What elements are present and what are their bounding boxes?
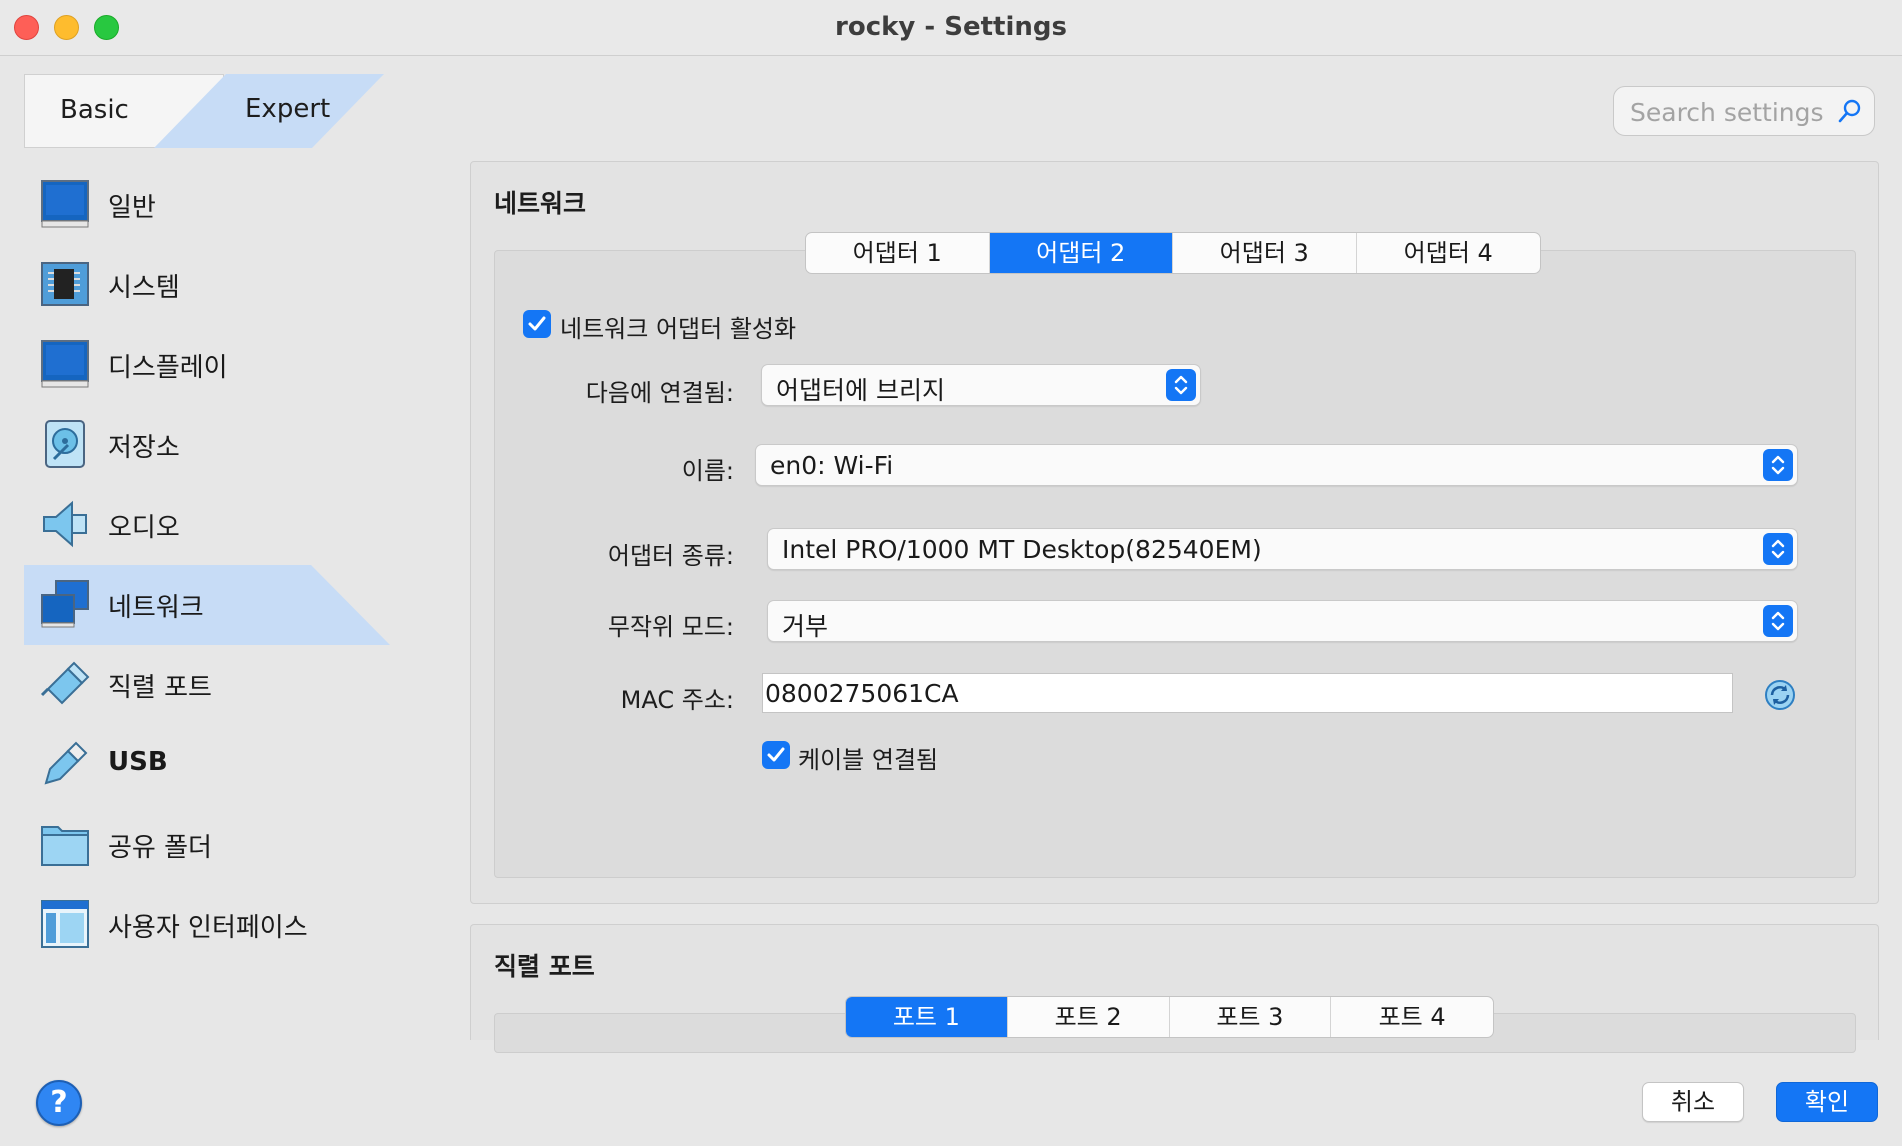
sidebar-item-display[interactable]: 디스플레이 xyxy=(24,325,390,405)
tab-adapter-4[interactable]: 어댑터 4 xyxy=(1357,233,1541,273)
sidebar-item-label: 네트워크 xyxy=(108,593,204,623)
refresh-mac-icon[interactable] xyxy=(1763,678,1797,712)
updown-arrows-icon xyxy=(1166,369,1196,401)
shared-folder-icon xyxy=(41,826,89,866)
cable-connected-label: 케이블 연결됨 xyxy=(798,746,939,774)
system-chip-icon xyxy=(41,262,89,306)
title-bar: rocky - Settings xyxy=(0,0,1902,56)
sidebar-item-user-interface[interactable]: 사용자 인터페이스 xyxy=(24,885,390,965)
cable-connected-checkbox[interactable] xyxy=(762,741,790,769)
storage-disk-icon xyxy=(45,420,85,468)
attached-to-label: 다음에 연결됨: xyxy=(585,379,734,407)
mac-address-label: MAC 주소: xyxy=(620,686,734,714)
section-title-serial-port: 직렬 포트 xyxy=(494,952,595,981)
checkmark-icon xyxy=(767,747,785,762)
tab-port-2[interactable]: 포트 2 xyxy=(1008,997,1170,1037)
window-title: rocky - Settings xyxy=(835,12,1067,42)
attached-to-select[interactable]: 어댑터에 브리지 xyxy=(761,364,1201,406)
sidebar-item-label: USB xyxy=(108,747,168,777)
adapter-type-label: 어댑터 종류: xyxy=(607,542,734,570)
tab-expert-label: Expert xyxy=(245,94,331,124)
updown-arrows-icon xyxy=(1763,533,1793,565)
sidebar-item-audio[interactable]: 오디오 xyxy=(24,485,390,565)
mac-address-field[interactable] xyxy=(762,673,1733,713)
sidebar-item-storage[interactable]: 저장소 xyxy=(24,405,390,485)
sidebar-item-general[interactable]: 일반 xyxy=(24,165,390,245)
display-monitor-icon xyxy=(41,340,89,388)
sidebar: 일반 시스템 디스플레이 저장소 오디오 네트워크 직렬 포트 USB 공유 폴… xyxy=(24,165,390,965)
sidebar-item-label: 시스템 xyxy=(108,273,180,303)
enable-adapter-checkbox[interactable] xyxy=(523,310,551,338)
tab-basic-label: Basic xyxy=(60,95,129,125)
network-icon xyxy=(41,580,89,628)
ok-button[interactable]: 확인 xyxy=(1776,1082,1878,1122)
user-interface-icon xyxy=(41,900,89,948)
name-select[interactable]: en0: Wi-Fi xyxy=(755,444,1798,486)
tab-adapter-2[interactable]: 어댑터 2 xyxy=(989,233,1173,273)
sidebar-item-label: 저장소 xyxy=(108,433,180,463)
attached-to-value: 어댑터에 브리지 xyxy=(776,376,945,405)
promiscuous-mode-select[interactable]: 거부 xyxy=(767,600,1798,642)
tab-port-1[interactable]: 포트 1 xyxy=(846,997,1008,1037)
adapter-tabs: 어댑터 1 어댑터 2 어댑터 3 어댑터 4 xyxy=(805,232,1541,274)
adapter-type-select[interactable]: Intel PRO/1000 MT Desktop(82540EM) xyxy=(767,528,1798,570)
name-label: 이름: xyxy=(681,457,734,485)
sidebar-item-shared-folder[interactable]: 공유 폴더 xyxy=(24,805,390,885)
cancel-button[interactable]: 취소 xyxy=(1642,1082,1744,1122)
sidebar-item-system[interactable]: 시스템 xyxy=(24,245,390,325)
promiscuous-mode-value: 거부 xyxy=(782,612,829,641)
sidebar-item-label: 일반 xyxy=(108,193,156,223)
serial-port-icon xyxy=(40,661,90,705)
audio-speaker-icon xyxy=(43,500,87,548)
enable-adapter-label: 네트워크 어댑터 활성화 xyxy=(560,315,797,343)
sidebar-item-usb[interactable]: USB xyxy=(24,725,390,805)
sidebar-item-label: 오디오 xyxy=(108,513,180,543)
updown-arrows-icon xyxy=(1763,449,1793,481)
general-monitor-icon xyxy=(41,180,89,228)
sidebar-item-network[interactable]: 네트워크 xyxy=(24,565,390,645)
tab-adapter-1[interactable]: 어댑터 1 xyxy=(806,233,990,273)
tab-port-3[interactable]: 포트 3 xyxy=(1170,997,1332,1037)
updown-arrows-icon xyxy=(1763,605,1793,637)
search-input[interactable] xyxy=(1630,97,1830,127)
section-title-network: 네트워크 xyxy=(494,189,587,218)
search-box xyxy=(1613,86,1875,136)
sidebar-item-label: 디스플레이 xyxy=(108,353,228,383)
search-icon xyxy=(1838,99,1861,123)
sidebar-item-serial-port[interactable]: 직렬 포트 xyxy=(24,645,390,725)
help-button[interactable]: ? xyxy=(36,1080,82,1126)
sidebar-item-label: 직렬 포트 xyxy=(108,673,212,703)
sidebar-item-label: 사용자 인터페이스 xyxy=(108,913,308,943)
name-value: en0: Wi-Fi xyxy=(770,451,894,480)
usb-icon xyxy=(44,741,88,785)
sidebar-item-label: 공유 폴더 xyxy=(108,833,212,863)
checkmark-icon xyxy=(528,316,546,331)
adapter-type-value: Intel PRO/1000 MT Desktop(82540EM) xyxy=(782,535,1262,564)
mode-tabs: Basic Expert xyxy=(24,74,384,148)
mac-address-input[interactable] xyxy=(763,674,1732,712)
promiscuous-mode-label: 무작위 모드: xyxy=(607,613,734,641)
tab-port-4[interactable]: 포트 4 xyxy=(1331,997,1493,1037)
serial-port-tabs: 포트 1 포트 2 포트 3 포트 4 xyxy=(845,996,1494,1038)
tab-adapter-3[interactable]: 어댑터 3 xyxy=(1173,233,1357,273)
